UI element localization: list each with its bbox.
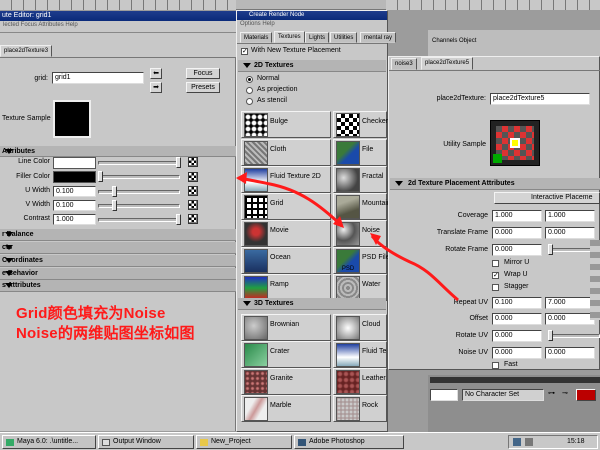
network-icon[interactable] <box>513 438 521 446</box>
system-tray: 15:18 <box>508 435 598 449</box>
annotation-arrows <box>236 172 459 302</box>
arrow-placement-to-noise <box>370 235 459 302</box>
photoshop-icon <box>298 439 306 446</box>
output-window-icon <box>102 439 110 446</box>
taskbar: Maya 6.0: .\untitle... Output Window New… <box>0 432 600 450</box>
taskbar-photoshop[interactable]: Adobe Photoshop <box>294 435 404 449</box>
taskbar-output-window[interactable]: Output Window <box>98 435 194 449</box>
maya-icon <box>6 439 14 446</box>
taskbar-maya[interactable]: Maya 6.0: .\untitle... <box>2 435 96 449</box>
arrow-filler-head <box>236 172 247 184</box>
arrow-noise-to-filler <box>237 176 344 228</box>
volume-icon[interactable] <box>525 438 533 446</box>
taskbar-clock: 15:18 <box>567 438 585 445</box>
taskbar-new-project[interactable]: New_Project <box>196 435 292 449</box>
folder-icon <box>200 439 208 446</box>
